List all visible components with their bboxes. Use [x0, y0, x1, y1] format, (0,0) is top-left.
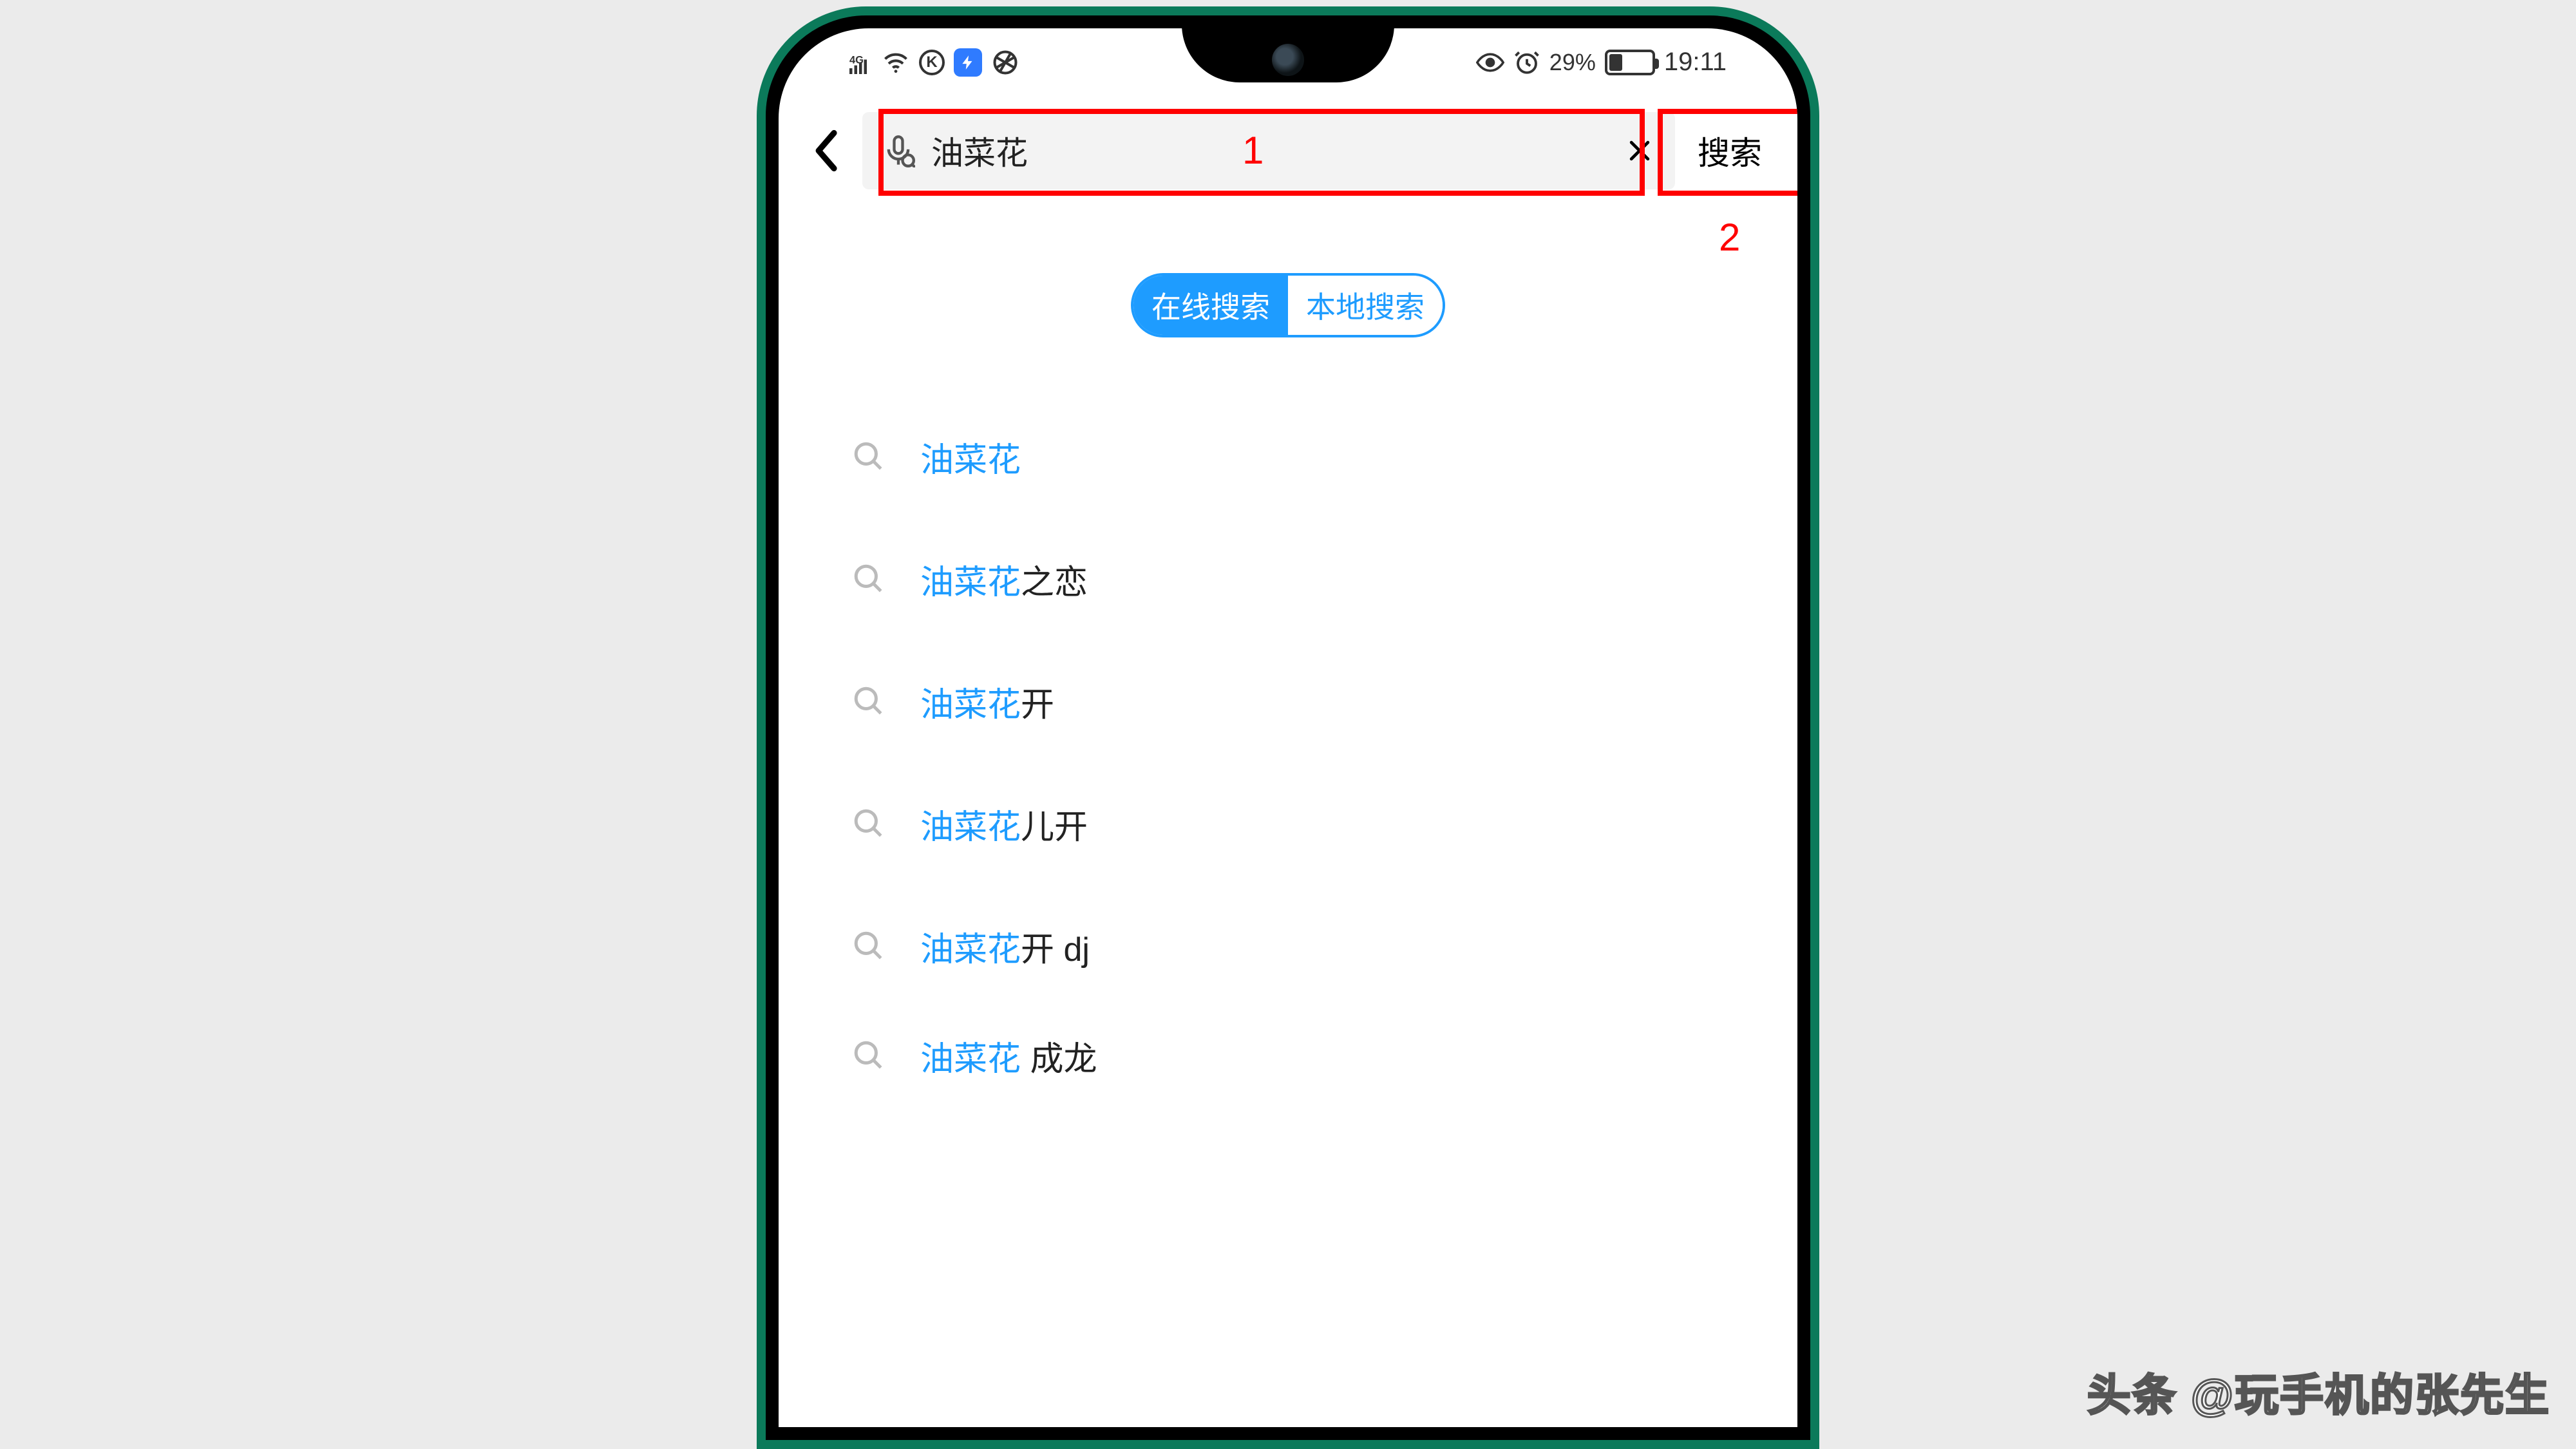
- annotation-label-2: 2: [1719, 215, 1740, 260]
- k-badge-icon: K: [919, 50, 945, 75]
- back-button[interactable]: [804, 129, 849, 172]
- suggestion-list: 油菜花 油菜花之恋 油菜花开 油菜花儿开: [833, 395, 1743, 1104]
- side-button: [1810, 679, 1819, 846]
- suggestion-text: 油菜花: [920, 433, 1021, 481]
- battery-pct-label: 29%: [1549, 49, 1596, 76]
- tab-online-search[interactable]: 在线搜索: [1133, 276, 1288, 335]
- suggestion-text: 油菜花之恋: [920, 555, 1088, 603]
- eye-icon: [1476, 51, 1504, 74]
- search-icon: [853, 1039, 885, 1072]
- search-icon: [853, 685, 885, 717]
- search-button[interactable]: 搜索: [1688, 112, 1772, 189]
- signal-4g-icon: 4G: [849, 51, 873, 74]
- suggestion-item[interactable]: 油菜花开: [833, 640, 1743, 762]
- suggestion-item[interactable]: 油菜花: [833, 395, 1743, 518]
- search-input[interactable]: [931, 132, 1607, 169]
- suggestion-item[interactable]: 油菜花之恋: [833, 518, 1743, 640]
- search-icon: [853, 563, 885, 595]
- side-button: [1810, 473, 1819, 640]
- watermark: 头条 @玩手机的张先生: [2087, 1359, 2550, 1423]
- phone-frame: 4G K 29%: [757, 6, 1819, 1449]
- suggestion-text: 油菜花儿开: [920, 800, 1088, 848]
- suggestion-text: 油菜花开 dj: [920, 922, 1090, 971]
- battery-icon: [1605, 50, 1655, 75]
- bolt-badge-icon: [954, 48, 982, 77]
- suggestion-text: 油菜花 成龙: [920, 1032, 1097, 1080]
- time-label: 19:11: [1664, 48, 1727, 77]
- tab-local-search[interactable]: 本地搜索: [1288, 276, 1443, 335]
- suggestion-item[interactable]: 油菜花儿开: [833, 762, 1743, 885]
- wifi-icon: [882, 48, 910, 77]
- suggestion-text: 油菜花开: [920, 677, 1054, 726]
- side-button: [1810, 370, 1819, 434]
- suggestion-item[interactable]: 油菜花 成龙: [833, 1007, 1743, 1104]
- phone-screen: 4G K 29%: [779, 28, 1797, 1427]
- aperture-icon: [991, 48, 1019, 77]
- alarm-icon: [1513, 49, 1540, 76]
- search-box[interactable]: [862, 112, 1675, 189]
- phone-notch: [1182, 28, 1394, 82]
- search-scope-segmented: 在线搜索 本地搜索: [1131, 273, 1445, 337]
- search-icon: [853, 930, 885, 962]
- clear-input-button[interactable]: [1624, 135, 1656, 167]
- search-header: 搜索: [804, 112, 1772, 189]
- suggestion-item[interactable]: 油菜花开 dj: [833, 885, 1743, 1007]
- search-icon: [853, 808, 885, 840]
- search-icon: [853, 440, 885, 473]
- side-button: [1810, 891, 1819, 1001]
- voice-search-icon[interactable]: [882, 134, 915, 167]
